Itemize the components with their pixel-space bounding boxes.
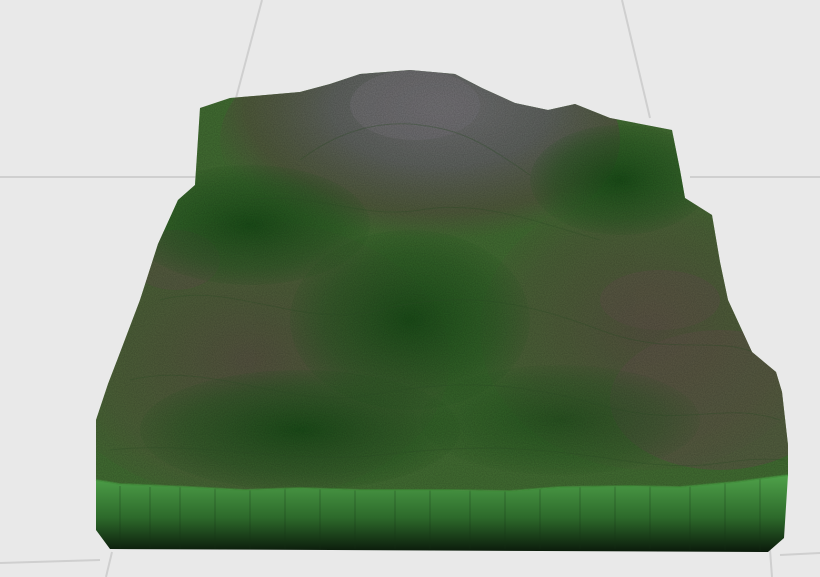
terrain-viewport[interactable] (0, 0, 820, 577)
terrain-top-surface (96, 70, 788, 491)
